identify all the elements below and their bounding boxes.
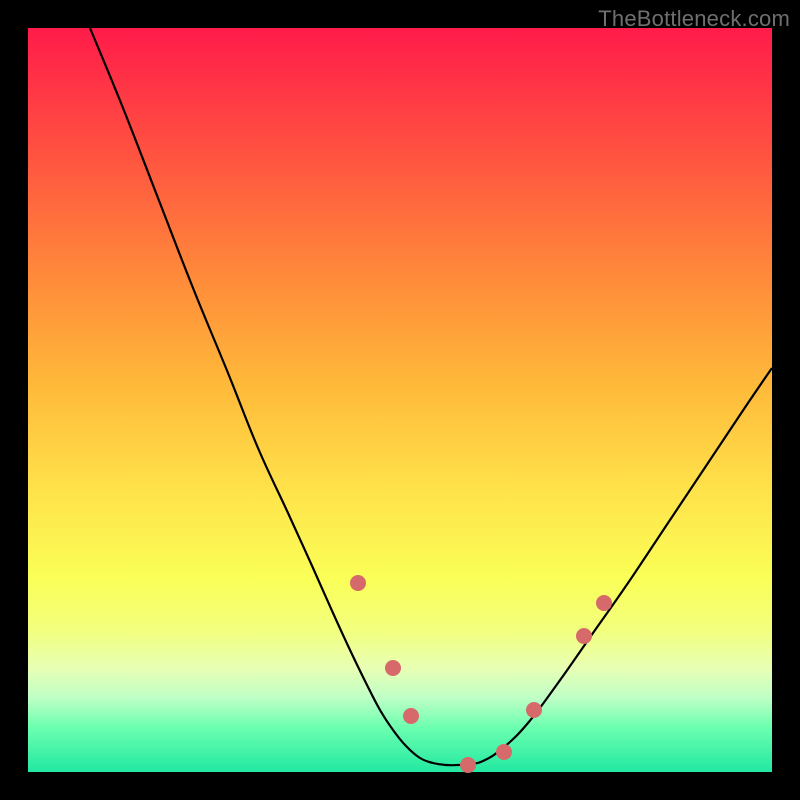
marker-pill: [426, 752, 440, 762]
marker-dot: [496, 744, 512, 760]
marker-dot: [596, 595, 612, 611]
marker-dot: [526, 702, 542, 718]
marker-pill: [378, 626, 388, 650]
marker-dot: [350, 575, 366, 591]
curve-plot: [28, 28, 772, 772]
marker-dot: [460, 757, 476, 773]
marker-pill: [416, 728, 422, 744]
marker-dot: [576, 628, 592, 644]
marker-dot: [403, 708, 419, 724]
marker-pill: [564, 648, 576, 666]
marker-pill: [366, 600, 374, 616]
bottleneck-curve: [90, 28, 772, 765]
marker-dot: [385, 660, 401, 676]
marker-pill: [398, 680, 406, 700]
curve-markers: [350, 575, 612, 773]
